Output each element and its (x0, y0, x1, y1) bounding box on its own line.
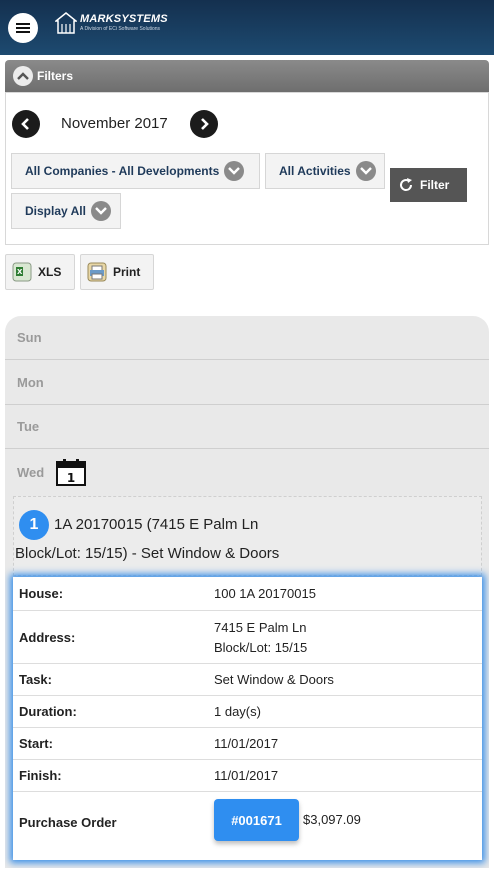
activity-select[interactable]: All Activities (265, 153, 385, 189)
purchase-order-label: Purchase Order (19, 814, 117, 830)
calendar-icon: 1 (56, 459, 87, 486)
house-label: House: (19, 586, 64, 601)
detail-row-task: Task: Set Window & Doors (13, 664, 482, 696)
logo-text: MARKSYSTEMS (80, 13, 168, 25)
duration-value: 1 day(s) (214, 703, 261, 719)
display-select-label: Display All (25, 204, 86, 218)
finish-label: Finish: (19, 768, 62, 783)
activity-select-label: All Activities (279, 164, 351, 178)
excel-icon: X (12, 262, 32, 282)
print-icon (87, 262, 107, 282)
duration-label: Duration: (19, 704, 77, 719)
chevron-up-icon (13, 66, 33, 86)
company-select-label: All Companies - All Developments (25, 164, 220, 178)
refresh-icon (400, 178, 413, 191)
house-logo-icon (55, 12, 77, 34)
address-line2: Block/Lot: 15/15 (214, 640, 308, 655)
purchase-order-amount: $3,097.09 (303, 812, 361, 827)
detail-row-address: Address: 7415 E Palm Ln Block/Lot: 15/15 (13, 611, 482, 664)
day-row-sun: Sun (5, 316, 489, 360)
detail-row-purchase-order: Purchase Order #001671 $3,097.09 (13, 792, 482, 852)
next-month-button[interactable] (190, 110, 218, 138)
chevron-down-icon (90, 201, 111, 221)
top-bar: MARKSYSTEMS A Division of ECi Software S… (0, 0, 494, 55)
day-label: Mon (17, 375, 44, 390)
current-month: November 2017 (61, 115, 168, 132)
purchase-order-button[interactable]: #001671 (214, 799, 299, 841)
event-detail-table: House: 100 1A 20170015 Address: 7415 E P… (13, 577, 482, 860)
logo[interactable]: MARKSYSTEMS A Division of ECi Software S… (55, 12, 168, 42)
address-value: 7415 E Palm Ln Block/Lot: 15/15 (214, 618, 307, 658)
menu-button[interactable] (8, 13, 38, 43)
xls-label: XLS (38, 265, 62, 279)
hamburger-icon (16, 23, 30, 33)
address-line1: 7415 E Palm Ln (214, 620, 307, 635)
day-label: Wed (17, 464, 45, 480)
filters-panel: November 2017 All Companies - All Develo… (5, 92, 489, 245)
day-row-tue: Tue (5, 405, 489, 449)
detail-row-finish: Finish: 11/01/2017 (13, 760, 482, 792)
event-title-line1: 1A 20170015 (7415 E Palm Ln (54, 516, 259, 533)
day-row-mon: Mon (5, 361, 489, 405)
house-value: 100 1A 20170015 (214, 585, 316, 601)
finish-value: 11/01/2017 (214, 767, 279, 783)
detail-row-duration: Duration: 1 day(s) (13, 696, 482, 728)
chevron-down-icon (355, 161, 376, 181)
start-label: Start: (19, 736, 53, 751)
task-value: Set Window & Doors (214, 671, 334, 687)
event-header[interactable]: 1 1A 20170015 (7415 E Palm Ln Block/Lot:… (13, 496, 482, 576)
display-select[interactable]: Display All (11, 193, 121, 229)
detail-row-house: House: 100 1A 20170015 (13, 577, 482, 611)
logo-subtitle: A Division of ECi Software Solutions (80, 26, 161, 32)
event-number-badge: 1 (19, 510, 49, 540)
svg-text:X: X (17, 268, 23, 276)
print-label: Print (113, 265, 141, 279)
previous-month-button[interactable] (12, 110, 40, 138)
detail-row-start: Start: 11/01/2017 (13, 728, 482, 760)
company-select[interactable]: All Companies - All Developments (11, 153, 260, 189)
filter-button[interactable]: Filter (390, 168, 467, 202)
calendar-icon-date: 1 (67, 471, 75, 485)
task-label: Task: (19, 672, 52, 687)
event-title-line2: Block/Lot: 15/15) - Set Window & Doors (15, 545, 280, 562)
xls-export-button[interactable]: X XLS (5, 254, 75, 290)
chevron-left-icon (21, 118, 29, 130)
start-value: 11/01/2017 (214, 735, 279, 751)
calendar-list: Sun Mon Tue Wed 1 1 1A 20170015 (7415 E … (5, 316, 489, 868)
chevron-down-icon (224, 161, 245, 181)
day-label: Sun (17, 330, 42, 345)
day-label: Tue (17, 419, 40, 434)
filter-button-label: Filter (420, 178, 450, 192)
address-label: Address: (19, 629, 76, 645)
filters-title: Filters (37, 69, 74, 83)
filters-header[interactable]: Filters (5, 60, 489, 92)
print-button[interactable]: Print (80, 254, 154, 290)
day-row-wed: Wed 1 (5, 450, 489, 494)
chevron-right-icon (201, 118, 209, 130)
